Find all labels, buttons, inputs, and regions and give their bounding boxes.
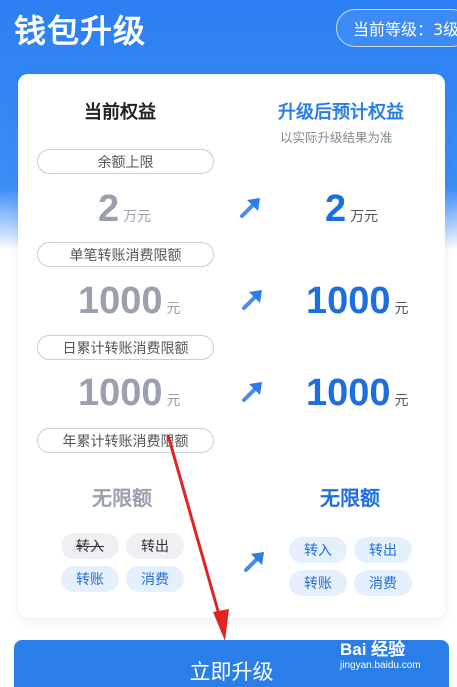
- upgraded-benefits-heading: 升级后预计权益: [278, 102, 404, 123]
- upgraded-daily-limit-value: 1000: [306, 372, 391, 414]
- upgraded-single-limit: 1000 元: [306, 280, 409, 323]
- upgrade-arrow-icon: [242, 290, 262, 310]
- current-benefits-heading: 当前权益: [84, 102, 156, 123]
- current-balance-limit: 2 万元: [98, 188, 151, 231]
- daily-limit-label: 日累计转账消费限额: [37, 335, 214, 360]
- upgraded-balance-limit: 2 万元: [325, 188, 378, 231]
- baidu-jingyan-watermark: Bai 经验 jingyan.baidu.com: [340, 635, 452, 681]
- watermark-url: jingyan.baidu.com: [340, 660, 421, 671]
- current-balance-limit-unit: 万元: [123, 208, 152, 224]
- current-feature-transfer-out: 转出: [126, 533, 184, 559]
- annual-limit-label: 年累计转账消费限额: [37, 428, 214, 453]
- balance-limit-label: 余额上限: [37, 149, 214, 174]
- current-annual-limit: 无限额: [92, 486, 152, 510]
- current-balance-limit-value: 2: [98, 188, 120, 230]
- upgraded-benefits-note: 以实际升级结果为准: [280, 130, 393, 145]
- current-daily-limit-unit: 元: [166, 392, 181, 408]
- current-single-limit-unit: 元: [166, 300, 181, 316]
- upgraded-annual-limit: 无限额: [320, 486, 380, 510]
- upgraded-balance-limit-unit: 万元: [350, 208, 379, 224]
- upgraded-feature-payment: 消费: [354, 570, 412, 596]
- upgrade-arrow-icon: [240, 198, 260, 218]
- single-transaction-limit-label: 单笔转账消费限额: [37, 242, 214, 267]
- current-level-text: 当前等级：3级: [353, 20, 457, 39]
- upgraded-balance-limit-value: 2: [325, 188, 347, 230]
- current-feature-transfer: 转账: [61, 566, 119, 592]
- upgraded-feature-transfer-out: 转出: [354, 537, 412, 563]
- upgraded-daily-limit: 1000 元: [306, 372, 409, 415]
- upgraded-feature-transfer-in: 转入: [289, 537, 347, 563]
- upgraded-single-limit-unit: 元: [394, 300, 409, 316]
- watermark-brand: Bai 经验: [340, 640, 406, 659]
- upgraded-feature-transfer: 转账: [289, 570, 347, 596]
- upgrade-now-label: 立即升级: [189, 660, 274, 684]
- current-feature-transfer-in: 转入: [61, 533, 119, 559]
- current-daily-limit: 1000 元: [78, 372, 181, 415]
- upgrade-arrow-icon: [244, 552, 264, 572]
- current-single-limit: 1000 元: [78, 280, 181, 323]
- current-daily-limit-value: 1000: [78, 372, 163, 414]
- page-title: 钱包升级: [14, 12, 147, 50]
- current-feature-payment: 消费: [126, 566, 184, 592]
- current-single-limit-value: 1000: [78, 280, 163, 322]
- upgrade-arrow-icon: [242, 382, 262, 402]
- current-level-badge[interactable]: 当前等级：3级: [336, 9, 457, 47]
- upgraded-single-limit-value: 1000: [306, 280, 391, 322]
- upgraded-daily-limit-unit: 元: [394, 392, 409, 408]
